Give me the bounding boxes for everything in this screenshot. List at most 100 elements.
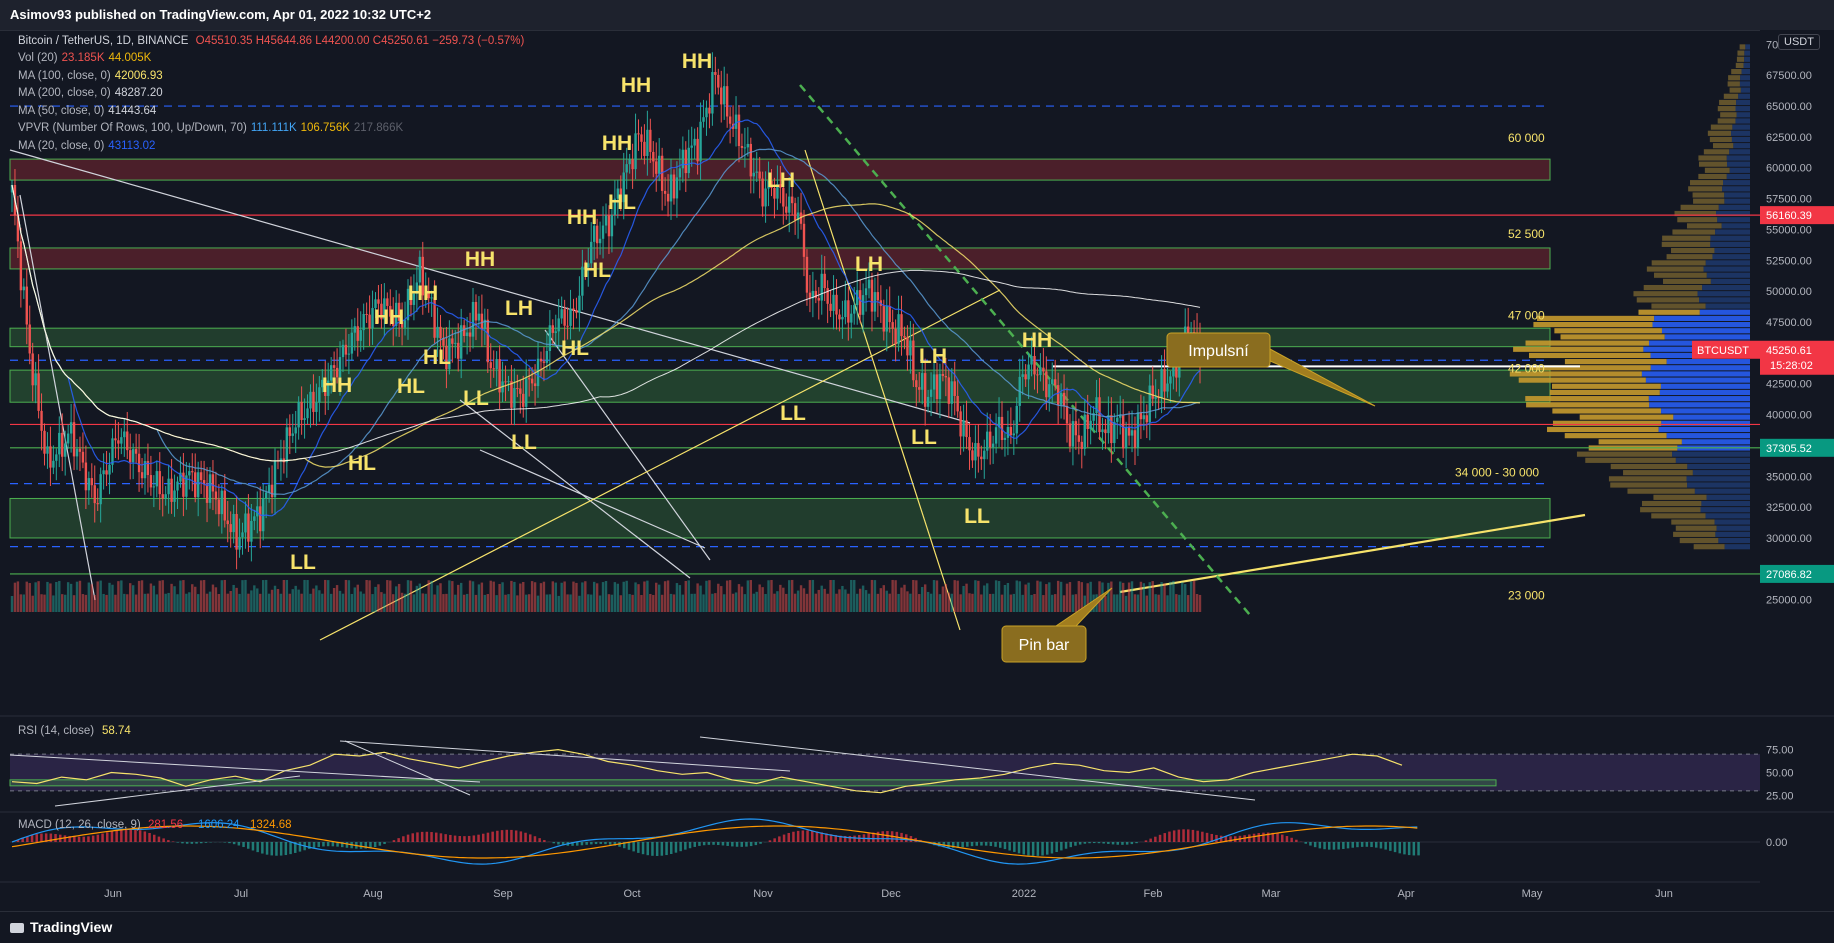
candle-body	[315, 403, 317, 412]
volume-bar	[516, 595, 518, 612]
volume-bar	[912, 580, 914, 612]
candle-body	[318, 387, 320, 402]
volume-bar	[176, 594, 178, 612]
vpvr-bar-down	[1715, 519, 1750, 524]
vpvr-bar-down	[1701, 501, 1750, 506]
candle-body	[271, 485, 273, 497]
volume-bar	[1104, 596, 1106, 612]
candle-body	[1030, 356, 1032, 365]
macd-hist-bar	[158, 837, 161, 842]
volume-bar	[97, 581, 99, 612]
candle-body	[643, 142, 645, 156]
macd-hist-bar	[853, 836, 856, 842]
volume-bar	[918, 594, 920, 612]
legend-row[interactable]: MA (100, close, 0)42006.93	[18, 70, 163, 82]
pattern-label: HH	[567, 206, 597, 229]
macd-hist-bar	[1342, 842, 1345, 849]
volume-bar	[203, 580, 205, 612]
vpvr-bar-down	[1687, 476, 1750, 481]
volume-bar	[224, 580, 226, 612]
volume-bar	[980, 594, 982, 612]
candle-body	[454, 343, 456, 344]
legend-row[interactable]: MA (50, close, 0)41443.64	[18, 105, 156, 117]
candle-body	[79, 449, 81, 452]
macd-hist-bar	[1102, 842, 1105, 844]
volume-bar	[711, 594, 713, 612]
pattern-label: HL	[397, 375, 425, 398]
candle-body	[959, 411, 961, 436]
volume-bar	[900, 588, 902, 612]
candle-body	[909, 341, 911, 356]
legend-symbol[interactable]: Bitcoin / TetherUS, 1D, BINANCE O45510.3…	[18, 35, 524, 47]
macd-hist-bar	[538, 838, 541, 842]
volume-bar	[55, 582, 57, 612]
volume-bar	[764, 594, 766, 612]
vpvr-bar-up	[1553, 421, 1661, 426]
vpvr-bar-up	[1719, 100, 1736, 105]
candle-body	[543, 361, 545, 362]
macd-hist-bar	[402, 836, 405, 842]
candle-body	[1087, 415, 1089, 429]
candle-body	[357, 326, 359, 341]
macd-hist-bar	[473, 835, 476, 842]
vpvr-bar-up	[1577, 452, 1672, 457]
macd-hist-bar	[1008, 842, 1011, 850]
volume-bar	[1137, 595, 1139, 612]
volume-bar	[1193, 581, 1195, 612]
volume-bar	[351, 594, 353, 612]
volume-bar	[696, 583, 698, 612]
volume-bar	[117, 581, 119, 612]
macd-hist-bar	[1037, 842, 1040, 856]
volume-bar	[1128, 582, 1130, 612]
macd-hist-bar	[1154, 837, 1157, 842]
volume-bar	[227, 594, 229, 612]
macd-hist-bar	[153, 835, 156, 842]
candle-body	[531, 379, 533, 384]
candle-body	[667, 194, 669, 202]
volume-bar	[309, 594, 311, 612]
candle-body	[838, 315, 840, 320]
currency-badge[interactable]: USDT	[1778, 34, 1820, 50]
candle-body	[679, 168, 681, 177]
volume-bar	[407, 580, 409, 612]
macd-hist-bar	[205, 842, 208, 843]
volume-bar	[670, 594, 672, 612]
volume-bar	[188, 592, 190, 612]
price-chart[interactable]: 47 00042 00052 50060 00023 00034 000 - 3…	[0, 0, 1834, 911]
candle-body	[871, 280, 873, 312]
candle-body	[948, 377, 950, 403]
legend-row[interactable]: Vol (20)23.185K44.005K	[18, 52, 151, 64]
macd-hist-bar	[266, 842, 269, 855]
macd-hist-bar	[477, 835, 480, 842]
volume-bar	[791, 580, 793, 612]
candle-body	[1010, 427, 1012, 435]
volume-bar	[200, 580, 202, 612]
time-tick: Jun	[104, 888, 122, 900]
time-tick: Jul	[234, 888, 248, 900]
vpvr-bar-up	[1552, 384, 1661, 389]
legend-row[interactable]: VPVR (Number Of Rows, 100, Up/Down, 70)1…	[18, 122, 403, 134]
legend-row[interactable]: MA (200, close, 0)48287.20	[18, 87, 163, 99]
candle-body	[708, 108, 710, 114]
volume-bar	[625, 581, 627, 612]
volume-bar	[623, 582, 625, 612]
candle-body	[194, 472, 196, 497]
macd-hist-bar	[726, 842, 729, 846]
volume-bar	[472, 581, 474, 612]
volume-bar	[566, 594, 568, 612]
candle-body	[99, 474, 101, 504]
volume-bar	[1181, 582, 1183, 612]
legend-row[interactable]: MA (20, close, 0)43113.02	[18, 140, 155, 152]
macd-hist-bar	[708, 842, 711, 845]
candle-body	[868, 280, 870, 289]
volume-bar	[646, 581, 648, 612]
volume-bar	[602, 582, 604, 612]
vpvr-bar-up	[1537, 316, 1654, 321]
volume-bar	[99, 581, 101, 612]
macd-hist-bar	[543, 840, 546, 842]
volume-bar	[1024, 585, 1026, 612]
candle-body	[936, 374, 938, 399]
pattern-label: HH	[322, 374, 352, 397]
time-tick: Aug	[363, 888, 383, 900]
volume-bar	[1107, 583, 1109, 612]
